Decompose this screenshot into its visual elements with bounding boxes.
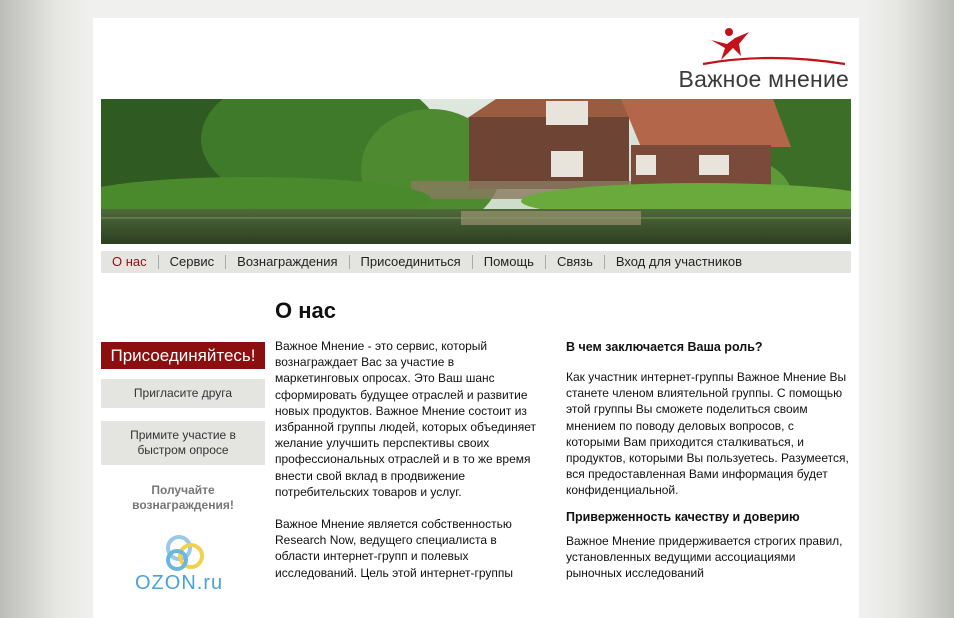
ozon-partner-logo[interactable]: OZON.ru [133, 534, 243, 594]
star-figure-icon [702, 28, 846, 66]
page-container: Важное мнение О нас Сервис Вознаграждени… [93, 18, 859, 618]
nav-item-contact[interactable]: Связь [546, 255, 605, 269]
nav-item-about[interactable]: О нас [101, 255, 159, 269]
ozon-logo-text: OZON.ru [135, 572, 224, 594]
section-heading-quality: Приверженность качеству и доверию [566, 509, 800, 524]
nav-item-help[interactable]: Помощь [473, 255, 546, 269]
brand-name: Важное мнение [678, 66, 849, 92]
about-paragraph-1: Важное Мнение - это сервис, который возн… [275, 339, 537, 499]
quick-survey-button[interactable]: Примите участие в быстром опросе [101, 421, 265, 465]
brand-logo[interactable]: Важное мнение [649, 26, 849, 92]
page-title: О нас [275, 298, 336, 323]
header-banner-image [101, 99, 851, 244]
get-rewards-text: Получайте вознаграждения! [101, 483, 265, 513]
section-heading-role: В чем заключается Ваша роль? [566, 340, 763, 354]
invite-friend-button[interactable]: Пригласите друга [101, 379, 265, 408]
quality-paragraph: Важное Мнение придерживается строгих пра… [566, 533, 843, 581]
role-paragraph: Как участник интернет-группы Важное Мнен… [566, 370, 849, 498]
content-left-column: Важное Мнение - это сервис, который возн… [275, 338, 537, 581]
rewards-line-1: Получайте [151, 483, 215, 497]
nav-item-member-login[interactable]: Вход для участников [605, 255, 753, 269]
rewards-line-2: вознаграждения! [132, 498, 234, 512]
ozon-rings-icon [166, 535, 204, 571]
main-navigation: О нас Сервис Вознаграждения Присоединить… [101, 251, 851, 273]
content-right-column: В чем заключается Ваша роль? Как участни… [566, 339, 851, 581]
nav-item-service[interactable]: Сервис [159, 255, 227, 269]
about-paragraph-2: Важное Мнение является собственностью Re… [275, 517, 514, 580]
nav-item-rewards[interactable]: Вознаграждения [226, 255, 350, 269]
join-now-banner[interactable]: Присоединяйтесь! [101, 342, 265, 369]
nav-item-join[interactable]: Присоединиться [350, 255, 473, 269]
